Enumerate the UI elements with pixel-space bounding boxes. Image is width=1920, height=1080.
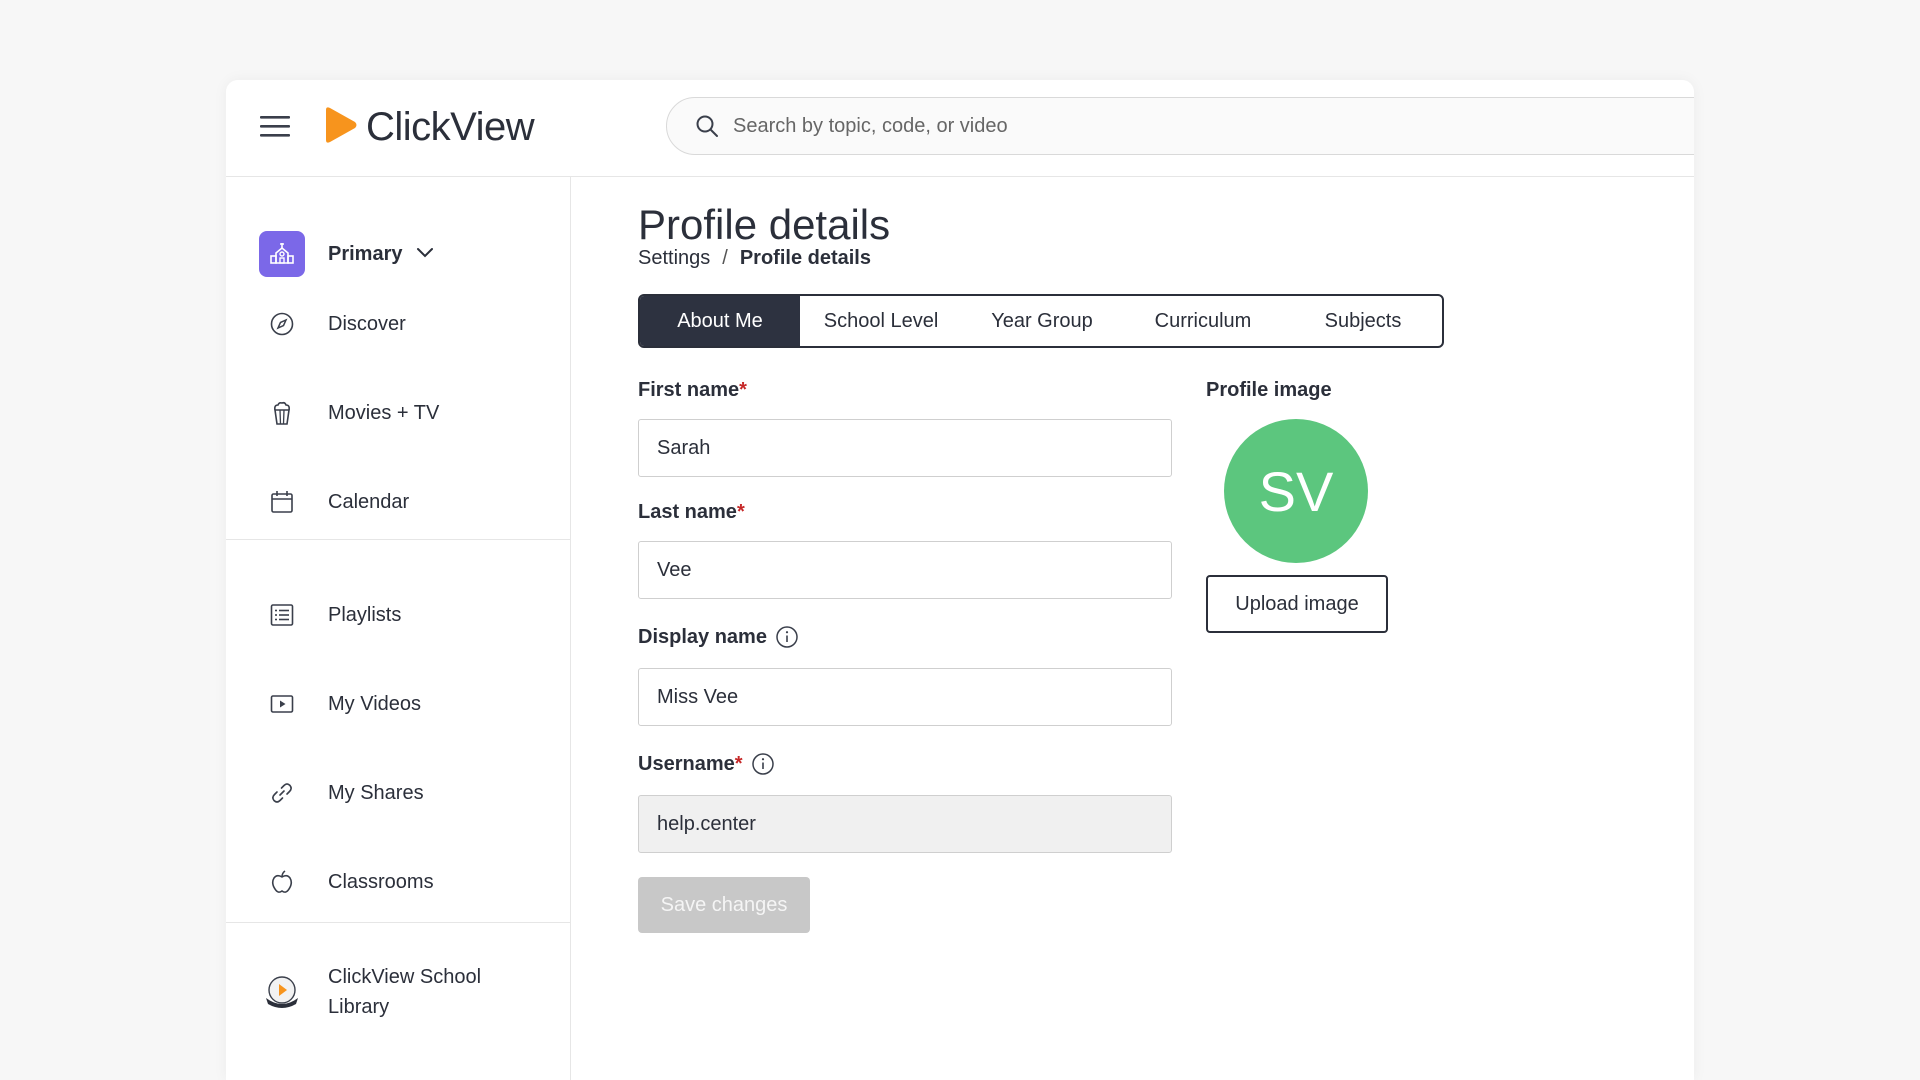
last-name-field[interactable] bbox=[638, 541, 1172, 599]
app-window: ClickView Primary Discover bbox=[226, 80, 1694, 1080]
search-bar[interactable] bbox=[666, 97, 1694, 155]
tab-school-level[interactable]: School Level bbox=[800, 296, 962, 346]
sidebar-item-label: My Shares bbox=[328, 781, 424, 804]
breadcrumb: Settings / Profile details bbox=[638, 247, 871, 270]
popcorn-icon bbox=[266, 397, 298, 429]
school-icon bbox=[259, 231, 305, 277]
required-marker: * bbox=[734, 752, 743, 775]
calendar-icon bbox=[266, 486, 298, 518]
info-icon[interactable] bbox=[751, 752, 775, 776]
list-icon bbox=[266, 599, 298, 631]
library-badge-icon bbox=[262, 972, 302, 1012]
last-name-label: Last name * bbox=[638, 501, 745, 524]
username-label: Username * bbox=[638, 752, 775, 776]
breadcrumb-current: Profile details bbox=[739, 247, 871, 269]
link-icon bbox=[266, 777, 298, 809]
avatar: SV bbox=[1224, 419, 1368, 563]
top-bar: ClickView bbox=[226, 80, 1694, 177]
compass-icon bbox=[266, 308, 298, 340]
sidebar-item-playlists[interactable]: Playlists bbox=[226, 585, 570, 645]
required-marker: * bbox=[736, 501, 745, 523]
apple-icon bbox=[266, 866, 298, 898]
tab-subjects[interactable]: Subjects bbox=[1284, 296, 1442, 346]
sidebar-item-calendar[interactable]: Calendar bbox=[226, 472, 570, 532]
search-input[interactable] bbox=[731, 113, 1535, 139]
sidebar: Primary Discover Movies + TV Calendar Pl… bbox=[226, 177, 571, 1080]
display-name-label-text: Display name bbox=[638, 625, 767, 648]
upload-image-button[interactable]: Upload image bbox=[1206, 575, 1388, 633]
sidebar-item-label: My Videos bbox=[328, 692, 422, 715]
tab-curriculum[interactable]: Curriculum bbox=[1122, 296, 1284, 346]
sidebar-item-label: Calendar bbox=[328, 490, 410, 513]
sidebar-item-my-videos[interactable]: My Videos bbox=[226, 674, 570, 734]
tab-about-me[interactable]: About Me bbox=[640, 296, 800, 346]
sidebar-divider bbox=[226, 539, 570, 540]
sidebar-item-label: Playlists bbox=[328, 603, 402, 626]
sidebar-item-classrooms[interactable]: Classrooms bbox=[226, 852, 570, 912]
info-icon[interactable] bbox=[775, 625, 799, 649]
username-field bbox=[638, 795, 1172, 853]
brand-name: ClickView bbox=[366, 104, 535, 149]
menu-icon[interactable] bbox=[260, 114, 290, 138]
play-logo-icon bbox=[322, 106, 358, 149]
last-name-label-text: Last name bbox=[638, 501, 737, 523]
first-name-label: First name * bbox=[638, 379, 747, 402]
display-name-field[interactable] bbox=[638, 668, 1172, 726]
sidebar-item-label: Classrooms bbox=[328, 870, 434, 893]
username-label-text: Username bbox=[638, 752, 735, 775]
save-changes-button[interactable]: Save changes bbox=[638, 877, 810, 933]
tab-year-group[interactable]: Year Group bbox=[962, 296, 1122, 346]
main-content: Profile details Settings / Profile detai… bbox=[571, 177, 1694, 1080]
sidebar-item-label: Movies + TV bbox=[328, 401, 440, 424]
sidebar-item-school-library[interactable]: ClickView School Library bbox=[226, 952, 570, 1032]
profile-image-label: Profile image bbox=[1206, 379, 1332, 401]
page-title: Profile details bbox=[638, 201, 891, 248]
school-selector[interactable]: Primary bbox=[226, 224, 570, 284]
first-name-field[interactable] bbox=[638, 419, 1172, 477]
chevron-down-icon bbox=[416, 246, 434, 264]
sidebar-item-label: ClickView School Library bbox=[328, 966, 482, 1018]
breadcrumb-settings-link[interactable]: Settings bbox=[638, 247, 710, 270]
brand-logo[interactable]: ClickView bbox=[322, 104, 535, 150]
profile-tabs: About Me School Level Year Group Curricu… bbox=[638, 294, 1444, 348]
required-marker: * bbox=[739, 379, 747, 401]
sidebar-item-discover[interactable]: Discover bbox=[226, 294, 570, 354]
breadcrumb-separator: / bbox=[722, 247, 728, 269]
sidebar-item-movies-tv[interactable]: Movies + TV bbox=[226, 383, 570, 443]
sidebar-item-label: Discover bbox=[328, 312, 406, 335]
display-name-label: Display name bbox=[638, 625, 799, 649]
sidebar-item-my-shares[interactable]: My Shares bbox=[226, 763, 570, 823]
video-icon bbox=[266, 688, 298, 720]
first-name-label-text: First name bbox=[638, 379, 740, 401]
school-selector-label: Primary bbox=[328, 242, 403, 265]
sidebar-divider bbox=[226, 922, 570, 923]
search-icon bbox=[696, 115, 718, 137]
